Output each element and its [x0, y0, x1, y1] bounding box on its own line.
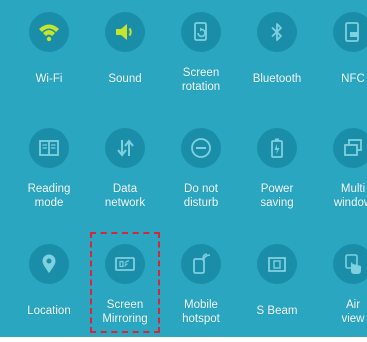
s-beam-icon	[268, 257, 286, 272]
tile-nfc-circle	[333, 12, 367, 52]
tile-label: Screen rotation	[181, 67, 221, 93]
screen-mirroring-icon	[115, 257, 135, 271]
bluetooth-icon	[271, 23, 282, 41]
tile-bluetooth-circle	[257, 12, 297, 52]
wifi-icon	[39, 24, 59, 42]
tile-mobile-hotspot[interactable]: Mobile hotspot	[166, 232, 236, 336]
tile-location-circle	[29, 244, 69, 284]
air-view-hand-icon	[345, 254, 361, 274]
tile-nfc[interactable]: NFC	[318, 0, 367, 104]
tile-label: Reading mode	[27, 183, 71, 209]
tile-label: Sound	[108, 73, 142, 85]
tile-screen-mirroring-circle	[105, 244, 145, 284]
tile-label: Wi-Fi	[35, 73, 63, 85]
tile-data-network-circle	[105, 128, 145, 168]
tile-do-not-disturb-circle	[181, 128, 221, 168]
tile-label: Power saving	[260, 183, 294, 209]
tile-label: NFC	[341, 73, 365, 85]
tile-multi-window[interactable]: Multi window	[318, 116, 367, 220]
data-arrows-icon	[117, 139, 134, 157]
tile-power-saving[interactable]: Power saving	[242, 116, 312, 220]
tile-air-view-circle	[333, 244, 367, 284]
tile-reading-mode[interactable]: Reading mode	[14, 116, 84, 220]
tile-location[interactable]: Location	[14, 232, 84, 336]
nfc-icon	[345, 22, 359, 42]
tile-reading-mode-circle	[29, 128, 69, 168]
tile-label: Screen Mirroring	[102, 299, 148, 325]
tile-wifi[interactable]: Wi-Fi	[14, 0, 84, 104]
tile-multi-window-circle	[333, 128, 367, 168]
quick-settings-panel: Wi-Fi Sound Screen rotation Bluetooth NF…	[0, 0, 367, 337]
screen-rotation-icon	[194, 22, 207, 41]
hotspot-icon	[193, 253, 211, 274]
tile-screen-rotation[interactable]: Screen rotation	[166, 0, 236, 104]
tile-sound[interactable]: Sound	[90, 0, 160, 104]
tile-screen-rotation-circle	[181, 12, 221, 52]
tile-label: Mobile hotspot	[182, 299, 220, 325]
tile-do-not-disturb[interactable]: Do not disturb	[166, 116, 236, 220]
tile-air-view[interactable]: Air view	[318, 232, 367, 336]
tile-label: Location	[27, 305, 71, 317]
tile-mobile-hotspot-circle	[181, 244, 221, 284]
tile-label: Bluetooth	[252, 73, 302, 85]
tile-screen-mirroring[interactable]: Screen Mirroring	[90, 232, 160, 336]
tile-s-beam-circle	[257, 244, 297, 284]
tile-bluetooth[interactable]: Bluetooth	[242, 0, 312, 104]
location-pin-icon	[42, 254, 56, 273]
tile-label: S Beam	[256, 305, 298, 317]
minus-circle-icon	[191, 138, 211, 158]
tile-wifi-circle	[29, 12, 69, 52]
book-icon	[39, 140, 59, 156]
tile-sound-circle	[105, 12, 145, 52]
tile-label: Air view	[341, 299, 365, 325]
multi-window-icon	[344, 139, 362, 156]
sound-icon	[116, 24, 132, 40]
tile-data-network[interactable]: Data network	[90, 116, 160, 220]
tile-s-beam[interactable]: S Beam	[242, 232, 312, 336]
battery-icon	[271, 138, 283, 158]
tile-label: Data network	[104, 183, 146, 209]
tile-power-saving-circle	[257, 128, 297, 168]
tile-label: Do not disturb	[183, 183, 219, 209]
tile-label: Multi window	[333, 183, 367, 209]
